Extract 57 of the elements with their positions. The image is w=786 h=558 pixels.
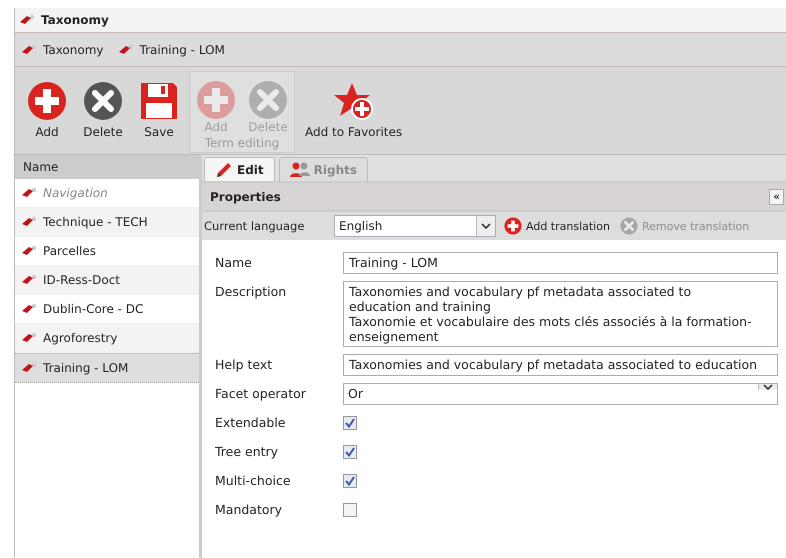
checkbox[interactable] [343,503,357,517]
breadcrumb-link[interactable]: Taxonomy [21,42,104,56]
tag-icon [21,362,37,374]
group-label: Term editing [204,135,280,150]
field-label: Extendable [215,414,287,430]
add-icon [27,81,67,121]
people-icon [290,160,310,178]
star-plus-icon [334,81,374,121]
tag-icon [19,14,35,26]
toolbar-button[interactable]: Add translation [502,217,612,235]
sidebar-item[interactable]: ID-Ress-Doct [15,266,199,295]
checkbox[interactable] [343,474,357,488]
field-label: Facet operator [215,385,307,401]
sidebar-item[interactable]: Agroforestry [15,324,199,353]
toolbar-button[interactable]: Save [133,71,185,139]
sidebar-item[interactable]: Training - LOM [15,353,199,383]
field-label: Mandatory [215,501,284,517]
language-dropdown[interactable]: English [334,215,496,237]
text-area[interactable]: Taxonomies and vocabulary pf metadata associated to education and training Taxonomie et vocabulaire des mots clés associés à la formation- enseignement [343,281,778,347]
caret-icon [481,223,491,229]
toolbar-button[interactable]: Delete [77,71,129,139]
breadcrumb-link[interactable]: Training - LOM [118,42,225,56]
sidebar-item[interactable]: Technique - TECH [15,208,199,237]
field-label: Tree entry [215,443,280,459]
panel-title: Properties [210,190,281,204]
tag-icon [21,274,37,286]
field-label: Multi-choice [215,472,292,488]
toolbar-button[interactable]: Add to Favorites [299,71,408,139]
field-label: Description [215,283,288,299]
tag-icon [21,44,37,56]
toolbar-button[interactable]: Add [21,71,73,139]
add-icon [504,217,522,235]
dropdown[interactable]: Or [343,383,778,405]
add-icon [196,80,236,120]
input-field[interactable]: Training - LOM [343,252,778,274]
column-header: Name [15,155,199,179]
field-label: Help text [215,356,274,372]
checkbox[interactable] [343,416,357,430]
tag-icon [21,245,37,257]
tag-icon [21,216,37,228]
pencil-icon [215,160,233,178]
tag-icon [21,303,37,315]
delete-icon [248,80,288,120]
tag-icon [118,44,134,56]
delete-icon [83,81,123,121]
tab[interactable]: Edit [204,157,275,181]
caret-icon [763,384,773,390]
field-label: Name [215,254,253,270]
window-title: Taxonomy [41,13,109,27]
delete-icon [620,217,638,235]
tag-icon [21,187,37,199]
field-label: Current language [204,219,306,233]
save-icon [139,81,179,121]
checkbox[interactable] [343,445,357,459]
collapse-button[interactable]: « [769,188,784,204]
input-field[interactable]: Taxonomies and vocabulary pf metadata associated to education [343,354,778,376]
tag-icon [21,332,37,344]
